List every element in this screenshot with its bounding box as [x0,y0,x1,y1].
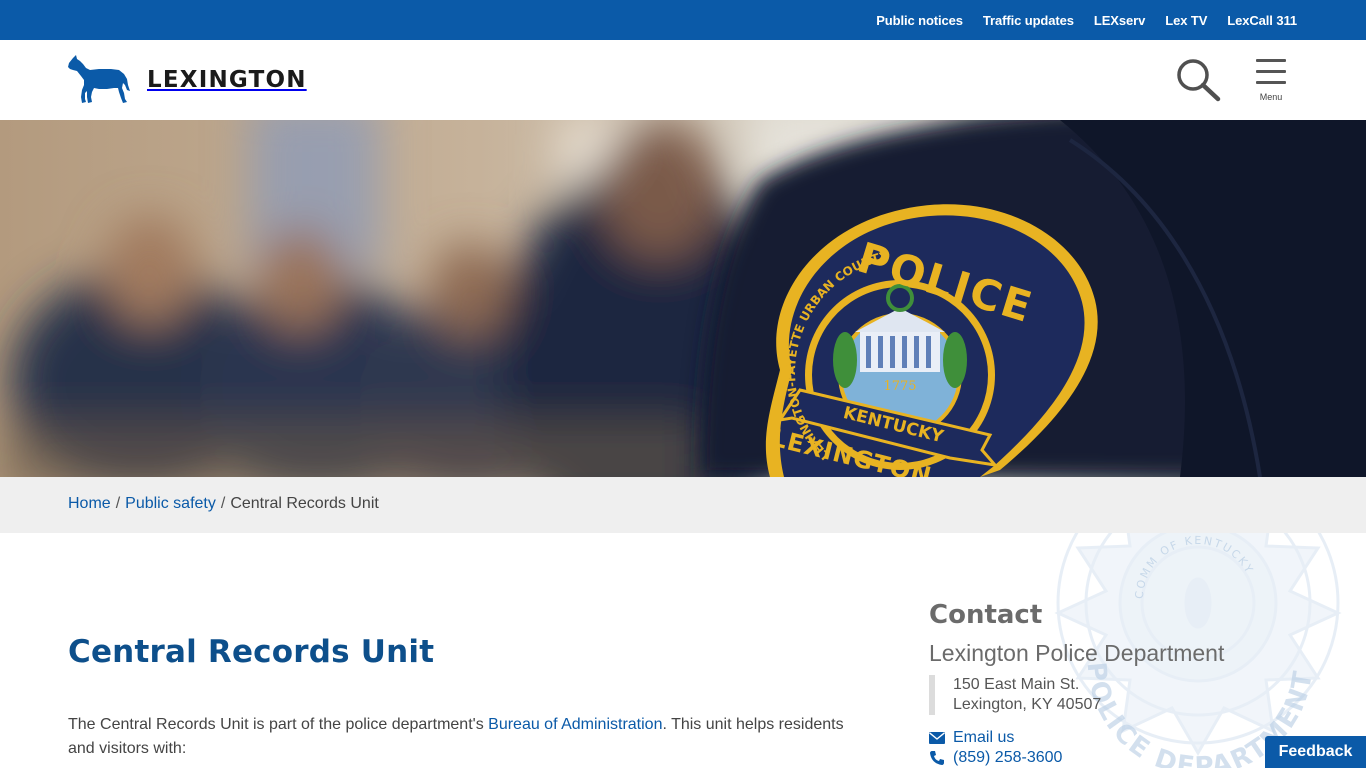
menu-label: Menu [1259,92,1283,102]
menu-button[interactable]: Menu [1254,58,1288,104]
logo-wordmark: LEXINGTON [147,67,307,93]
utility-link-traffic-updates[interactable]: Traffic updates [983,13,1074,28]
envelope-icon [929,732,945,744]
breadcrumb-separator: / [220,495,226,512]
contact-address: 150 East Main St. Lexington, KY 40507 [929,675,1349,715]
search-button[interactable] [1175,58,1223,102]
phone-icon [930,751,944,765]
svg-text:1775: 1775 [883,379,916,394]
breadcrumb-current: Central Records Unit [230,495,379,512]
address-line-2: Lexington, KY 40507 [953,696,1102,713]
utility-link-lexcall-311[interactable]: LexCall 311 [1227,13,1297,28]
utility-bar: Public notices Traffic updates LEXserv L… [0,0,1366,40]
hero-image: 1775 KENTUCKY POLICE LEXINGTON LEXINGTON… [0,120,1366,477]
phone-link[interactable]: (859) 258-3600 [953,749,1062,767]
breadcrumb-home[interactable]: Home [68,495,111,512]
utility-link-lex-tv[interactable]: Lex TV [1165,13,1207,28]
breadcrumb-public-safety[interactable]: Public safety [125,495,216,512]
page-title: Central Records Unit [68,634,435,670]
breadcrumb: Home / Public safety / Central Records Unit [68,495,379,513]
intro-text: The Central Records Unit is part of the … [68,716,489,733]
site-header: LEXINGTON Menu [0,40,1366,120]
utility-link-public-notices[interactable]: Public notices [876,13,963,28]
breadcrumb-separator: / [115,495,121,512]
feedback-button[interactable]: Feedback [1265,736,1366,768]
address-line-1: 150 East Main St. [953,676,1080,693]
contact-organization: Lexington Police Department [929,640,1225,666]
search-icon [1177,59,1221,102]
site-logo[interactable]: LEXINGTON [67,55,307,105]
email-link[interactable]: Email us [953,729,1014,747]
utility-nav: Public notices Traffic updates LEXserv L… [876,0,1297,40]
utility-link-lexserv[interactable]: LEXserv [1094,13,1145,28]
horse-icon [68,55,130,103]
police-patch-photo: 1775 KENTUCKY POLICE LEXINGTON LEXINGTON… [0,120,1366,477]
bureau-of-administration-link[interactable]: Bureau of Administration [488,716,662,733]
breadcrumb-bar: Home / Public safety / Central Records Unit [0,477,1366,533]
contact-heading: Contact [929,600,1043,630]
intro-paragraph: The Central Records Unit is part of the … [68,713,868,761]
